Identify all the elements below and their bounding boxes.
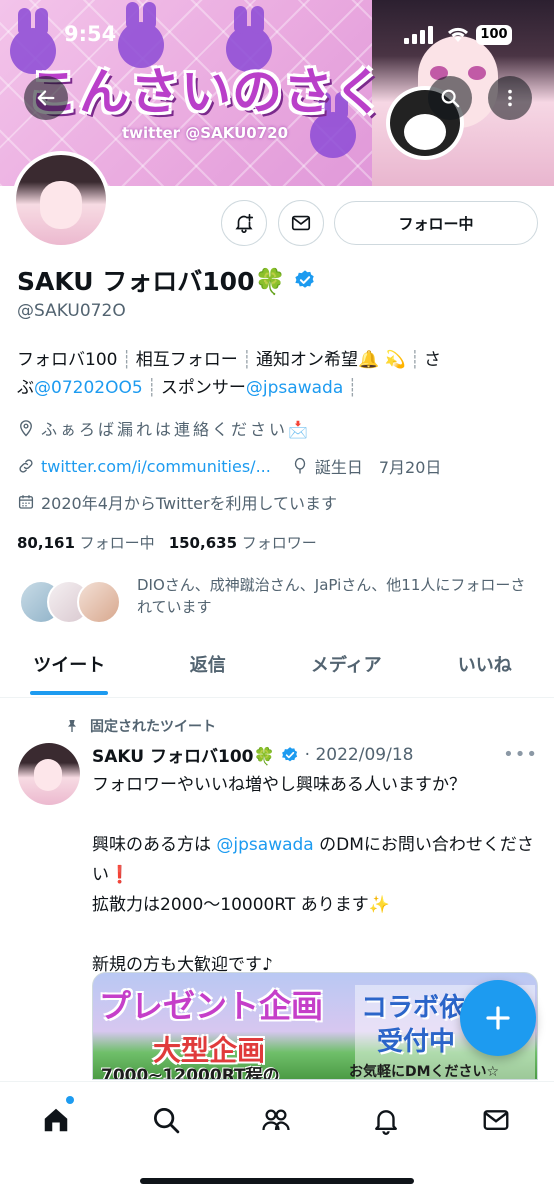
avatar-face	[40, 181, 82, 229]
follower-avatar	[77, 580, 121, 624]
profile-tabs: ツイート 返信 メディア いいね	[0, 640, 554, 698]
profile-name-row: SAKU フォロバ100🍀	[17, 262, 316, 298]
profile-birthday: 誕生日 7月20日	[314, 458, 442, 477]
media-text-title: プレゼント企画	[99, 987, 324, 1025]
followers-count-link[interactable]: 150,635 フォロワー	[169, 532, 317, 553]
following-count-link[interactable]: 80,161 フォロー中	[17, 532, 155, 553]
profile-location: ふぁろば漏れは連絡ください📩	[17, 416, 311, 440]
compose-tweet-button[interactable]	[460, 980, 536, 1056]
notifications-icon	[375, 1110, 397, 1135]
bio-line-1: フォロバ100 ┊ 相互フォロー ┊ 通知オン希望🔔 💫 ┊ さ	[17, 350, 441, 370]
profile-meta-row: twitter.com/i/communities/... 誕生日 7月20日	[17, 454, 441, 478]
battery-indicator: 100	[476, 25, 512, 45]
pin-icon	[68, 720, 76, 732]
search-button[interactable]	[428, 76, 472, 120]
balloon-icon	[294, 457, 306, 474]
bio-line-2: ぶ@07202OO5 ┊ スポンサー@jpsawada ┊	[17, 378, 358, 398]
nav-notifications[interactable]	[368, 1102, 404, 1138]
followers-you-know[interactable]: DIOさん、成神蹴治さん、JaPiさん、他11人にフォローされています	[17, 574, 537, 628]
more-icon	[508, 89, 512, 107]
cellular-signal-icon	[404, 26, 433, 44]
pinned-tweet-label: 固定されたツイート	[64, 716, 216, 736]
status-bar: 9:54 100	[0, 0, 554, 64]
tweet-header: SAKU フォロバ100🍀 · 2022/09/18 •••	[92, 742, 538, 767]
communities-icon	[262, 1109, 290, 1131]
notifications-toggle-button[interactable]	[221, 200, 267, 246]
tweet-date[interactable]: · 2022/09/18	[305, 745, 414, 765]
bio-mention-link[interactable]: @07202OO5	[34, 378, 143, 398]
nav-messages[interactable]	[478, 1102, 514, 1138]
tab-replies[interactable]: 返信	[139, 640, 278, 697]
more-options-button[interactable]	[488, 76, 532, 120]
home-indicator	[140, 1178, 414, 1184]
calendar-icon	[18, 495, 34, 509]
plus-icon	[486, 1006, 510, 1030]
status-time: 9:54	[64, 22, 117, 46]
nav-search[interactable]	[148, 1102, 184, 1138]
profile-bio: フォロバ100 ┊ 相互フォロー ┊ 通知オン希望🔔 💫 ┊ さ ぶ@07202OO5 ┊ スポ…	[17, 346, 517, 402]
tab-likes[interactable]: いいね	[416, 640, 554, 697]
media-text-dm: お気軽にDMください☆	[349, 1064, 500, 1080]
tweet-mention-link[interactable]: @jpsawada	[216, 835, 313, 855]
profile-joined: 2020年4月からTwitterを利用しています	[17, 490, 337, 514]
followers-you-know-text: DIOさん、成神蹴治さん、JaPiさん、他11人にフォローされています	[137, 576, 526, 616]
bio-sponsor-link[interactable]: @jpsawada	[246, 378, 343, 398]
messages-icon	[483, 1110, 509, 1130]
profile-name: SAKU フォロバ100🍀	[17, 267, 286, 296]
tab-media[interactable]: メディア	[277, 640, 416, 697]
tab-tweets[interactable]: ツイート	[0, 640, 139, 697]
profile-handle: @SAKU072O	[17, 301, 126, 321]
following-button[interactable]: フォロー中	[334, 201, 538, 245]
verified-badge-icon[interactable]	[294, 269, 316, 291]
media-text-small: 7000~12000RT程の	[101, 1066, 280, 1080]
tweet-text: フォロワーやいいね増やし興味ある人いますか？ 興味のある方は @jpsawada…	[92, 775, 534, 975]
wifi-icon	[446, 25, 470, 48]
tweet-more-icon[interactable]: •••	[503, 744, 538, 765]
media-text-collab: コラボ依	[361, 993, 466, 1023]
message-button[interactable]	[278, 200, 324, 246]
envelope-icon	[291, 215, 311, 231]
search-icon	[154, 1108, 180, 1134]
location-pin-icon	[20, 420, 32, 437]
banner-subtitle: twitter @SAKU0720	[122, 124, 289, 142]
profile-avatar[interactable]	[12, 151, 110, 249]
nav-communities[interactable]	[258, 1102, 294, 1138]
verified-badge-icon	[281, 746, 297, 761]
back-button[interactable]	[24, 76, 68, 120]
arrow-left-icon	[37, 90, 55, 106]
search-icon	[441, 89, 460, 108]
link-icon	[19, 459, 33, 473]
follow-counts: 80,161 フォロー中 150,635 フォロワー	[17, 532, 317, 553]
media-text-accepting: 受付中	[377, 1027, 456, 1057]
tweet-author-name[interactable]: SAKU フォロバ100🍀	[92, 742, 275, 767]
home-icon	[44, 1108, 68, 1132]
nav-home[interactable]	[38, 1102, 74, 1138]
tweet-author-avatar[interactable]	[18, 743, 80, 805]
profile-website-link[interactable]: twitter.com/i/communities/...	[41, 457, 271, 476]
bell-plus-icon	[235, 213, 254, 233]
